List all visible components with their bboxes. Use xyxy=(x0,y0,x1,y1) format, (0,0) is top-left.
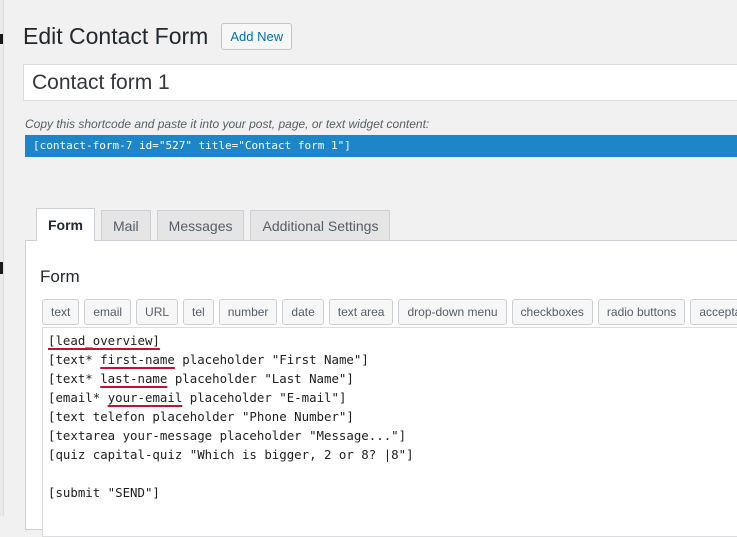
tab-mail[interactable]: Mail xyxy=(101,210,151,241)
tag-button-text-area[interactable]: text area xyxy=(328,299,394,325)
tag-button-checkboxes[interactable]: checkboxes xyxy=(511,299,593,325)
tab-additional-settings[interactable]: Additional Settings xyxy=(250,210,391,241)
code-text: placeholder "E-mail"] xyxy=(182,390,347,405)
form-panel: Form text email URL tel number date text area d… xyxy=(25,240,737,537)
code-text: placeholder "Last Name"] xyxy=(167,371,354,386)
code-text: [textarea your-message placeholder "Mess… xyxy=(48,428,407,443)
highlighted-field-name: first-name xyxy=(100,352,175,367)
code-text: placeholder "First Name"] xyxy=(174,352,369,367)
highlighted-field-name: [lead_overview] xyxy=(48,333,160,348)
admin-sidebar-edge xyxy=(0,0,4,516)
code-text: [submit "SEND"] xyxy=(48,485,160,500)
add-new-button[interactable]: Add New xyxy=(221,22,293,50)
sidebar-edge-mark xyxy=(0,262,3,274)
editor-tabs: Form Mail Messages Additional Settings xyxy=(36,208,396,241)
tag-button-drop-down-menu[interactable]: drop-down menu xyxy=(398,299,507,325)
tag-button-number[interactable]: number xyxy=(218,299,278,325)
tag-generator-buttons: text email URL tel number date text area drop-d… xyxy=(42,299,737,325)
code-line: [text* last-name placeholder "Last Name"… xyxy=(48,369,737,388)
code-line: [text telefon placeholder "Phone Number"… xyxy=(48,407,737,426)
tag-button-tel[interactable]: tel xyxy=(183,299,214,325)
shortcode-hint: Copy this shortcode and paste it into yo… xyxy=(25,117,430,131)
code-line: [submit "SEND"] xyxy=(48,483,737,502)
code-text: [email* xyxy=(48,390,108,405)
code-text: [text* xyxy=(48,352,101,367)
code-text: [quiz capital-quiz "Which is bigger, 2 o… xyxy=(48,447,414,462)
page-title: Edit Contact Form xyxy=(23,23,209,49)
tag-button-url[interactable]: URL xyxy=(136,299,179,325)
code-line: [text* first-name placeholder "First Nam… xyxy=(48,350,737,369)
code-line: [quiz capital-quiz "Which is bigger, 2 o… xyxy=(48,445,737,464)
title-row: Edit Contact Form Add New xyxy=(23,20,293,52)
form-template-editor[interactable]: [lead_overview] [text* first-name placeho… xyxy=(42,327,737,537)
highlighted-field-name: last-name xyxy=(100,371,168,386)
code-line: [lead_overview] xyxy=(48,331,737,350)
tab-messages[interactable]: Messages xyxy=(156,210,245,241)
highlighted-field-name: your-email xyxy=(107,390,183,405)
tag-button-radio-buttons[interactable]: radio buttons xyxy=(597,299,686,325)
code-line: [textarea your-message placeholder "Mess… xyxy=(48,426,737,445)
tag-button-acceptance[interactable]: acceptance xyxy=(690,299,737,325)
tab-form[interactable]: Form xyxy=(36,208,95,241)
panel-title: Form xyxy=(40,267,80,286)
code-text: [text telefon placeholder "Phone Number"… xyxy=(48,409,354,424)
code-line: [email* your-email placeholder "E-mail"] xyxy=(48,388,737,407)
tag-button-text[interactable]: text xyxy=(42,299,80,325)
form-title-input[interactable] xyxy=(23,64,737,101)
code-text: [text* xyxy=(48,371,101,386)
tag-button-email[interactable]: email xyxy=(84,299,132,325)
sidebar-edge-mark xyxy=(0,34,3,44)
tag-button-date[interactable]: date xyxy=(282,299,324,325)
shortcode-field[interactable]: [contact-form-7 id="527" title="Contact … xyxy=(25,135,737,157)
